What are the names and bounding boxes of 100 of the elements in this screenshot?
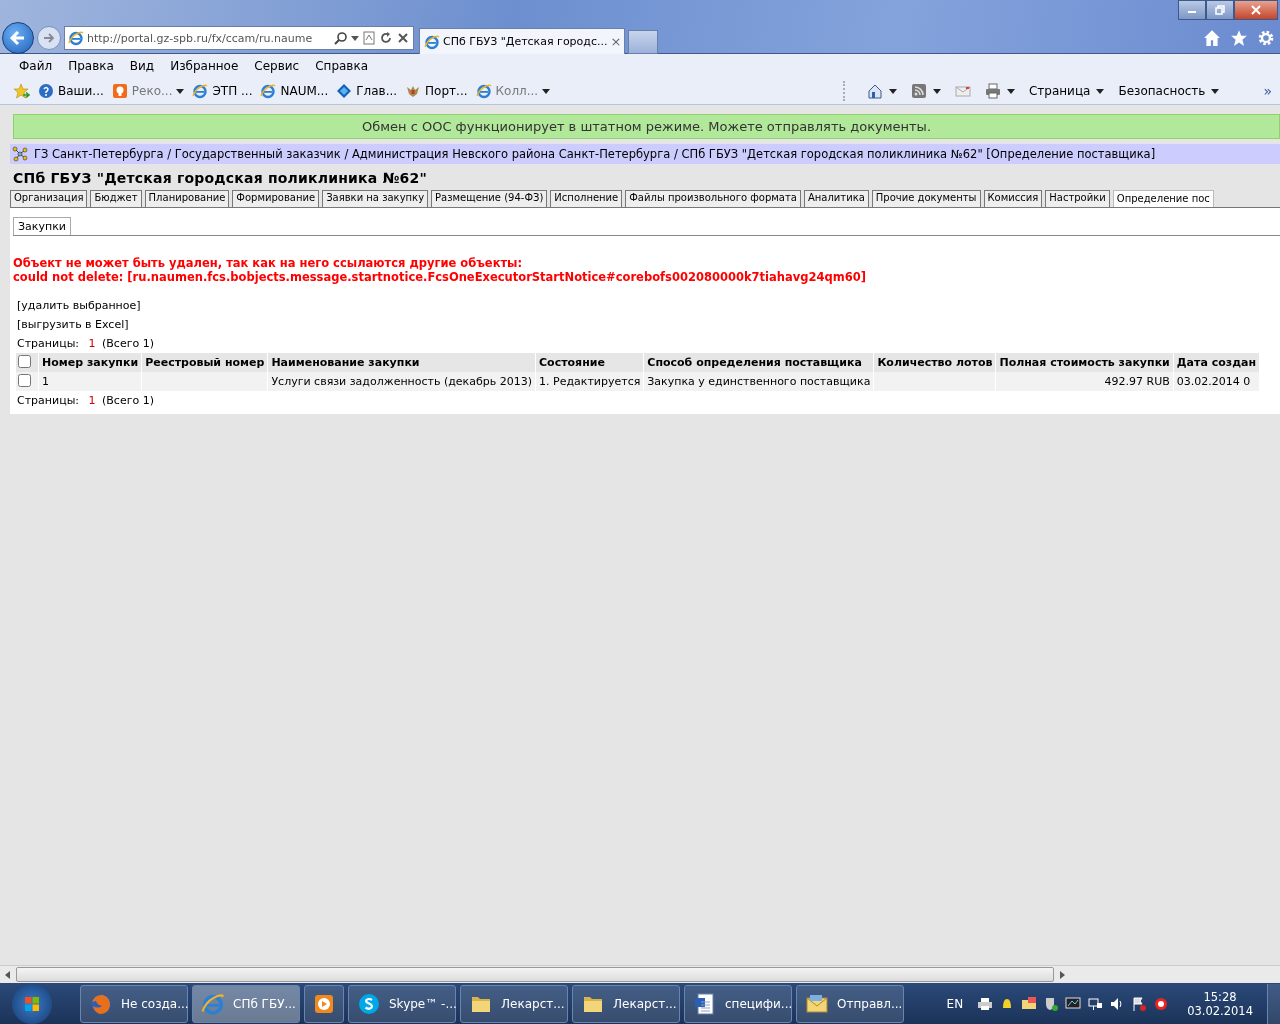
start-button[interactable] [12, 983, 52, 1024]
status-banner: Обмен с ООС функционирует в штатном режиме. Можете отправлять документы. [13, 114, 1280, 139]
browser-tab[interactable]: СПб ГБУЗ "Детская городс... × [419, 28, 625, 54]
tab[interactable]: Настройки [1045, 190, 1110, 207]
network-icon[interactable] [1087, 995, 1104, 1012]
caret-icon[interactable] [1211, 88, 1220, 94]
back-button[interactable] [2, 22, 34, 54]
menu-item[interactable]: Вид [129, 59, 155, 73]
address-bar[interactable]: http://portal.gz-spb.ru/fx/ccam/ru.naume [64, 26, 414, 50]
caret-icon[interactable] [932, 88, 941, 94]
taskbar-button[interactable]: Skype™ -... [348, 984, 456, 1023]
table-cell: 492.97 RUB [1104, 375, 1170, 388]
close-tab-button[interactable]: × [610, 34, 622, 49]
tab[interactable]: Бюджет [90, 190, 142, 207]
tab[interactable]: Заявки на закупку [322, 190, 429, 207]
menu-item[interactable]: Избранное [170, 59, 239, 73]
tab[interactable]: Комиссия [983, 190, 1043, 207]
envelope-icon[interactable] [1021, 995, 1038, 1012]
forward-button[interactable] [37, 26, 61, 50]
clock-date[interactable]: 03.02.2014 [1187, 1003, 1253, 1018]
taskbar-button[interactable]: Отправл... [796, 984, 904, 1023]
taskbar-button[interactable]: СПб ГБУ... [192, 984, 300, 1023]
column-header[interactable]: Дата создан [1173, 353, 1260, 372]
column-header[interactable]: Полная стоимость закупки [995, 353, 1174, 372]
favorite-link[interactable]: Ваши... [38, 83, 104, 99]
language-indicator[interactable]: EN [946, 996, 964, 1011]
settings-icon[interactable] [1257, 29, 1275, 47]
favorite-link[interactable]: Глав... [336, 83, 398, 99]
add-favorite-icon[interactable] [14, 83, 30, 99]
action-link[interactable]: [удалить выбранное] [17, 299, 141, 312]
select-all-checkbox[interactable] [18, 354, 31, 368]
current-page[interactable]: 1 [88, 394, 96, 407]
caret-icon[interactable] [888, 88, 897, 94]
column-header[interactable]: Реестровый номер [141, 353, 268, 372]
scrollbar-thumb[interactable] [16, 967, 1054, 982]
column-header[interactable]: Состояние [535, 353, 644, 372]
command-button[interactable] [984, 83, 1015, 99]
search-icon[interactable] [334, 31, 348, 45]
taskbar-button[interactable] [304, 984, 344, 1023]
caret-icon[interactable] [176, 88, 185, 94]
scroll-right-icon[interactable] [1059, 970, 1065, 979]
tab[interactable]: Размещение (94-ФЗ) [431, 190, 548, 207]
minimize-button[interactable] [1178, 0, 1206, 20]
shield-icon[interactable] [1043, 995, 1060, 1012]
organization-title: СПб ГБУЗ "Детская городская поликлиника №62" [13, 170, 428, 186]
scroll-left-icon[interactable] [5, 970, 11, 979]
caret-icon[interactable] [542, 88, 551, 94]
taskbar-button[interactable]: Не созда... [80, 984, 188, 1023]
taskbar-button[interactable]: Лекарст... [460, 984, 568, 1023]
tab[interactable]: Организация [10, 190, 88, 207]
home-icon[interactable] [1203, 29, 1221, 47]
close-button[interactable] [1234, 0, 1278, 20]
ring-icon[interactable] [1153, 995, 1170, 1012]
command-button[interactable] [910, 83, 941, 99]
stop-icon[interactable] [396, 31, 410, 45]
column-header[interactable]: Наименование закупки [267, 353, 536, 372]
star-icon[interactable] [1230, 29, 1248, 47]
horizontal-scrollbar[interactable] [0, 965, 1280, 983]
flag-icon[interactable] [1131, 995, 1148, 1012]
tab[interactable]: Формирование [232, 190, 320, 207]
tab[interactable]: Аналитика [803, 190, 869, 207]
taskbar-button[interactable]: специфи... [684, 984, 792, 1023]
favorite-link[interactable]: ЭТП ... [192, 83, 253, 99]
menu-item[interactable]: Правка [68, 59, 114, 73]
more-button[interactable]: » [1263, 83, 1272, 99]
favorite-link[interactable]: NAUM... [260, 83, 329, 99]
tab[interactable]: Исполнение [550, 190, 623, 207]
refresh-icon[interactable] [379, 31, 393, 45]
favorite-link[interactable]: Колл... [475, 83, 551, 99]
tab[interactable]: Прочие документы [871, 190, 981, 207]
column-header[interactable]: Количество лотов [873, 353, 996, 372]
subtab[interactable]: Закупки [13, 217, 71, 235]
menu-item[interactable]: Сервис [254, 59, 300, 73]
caret-icon[interactable] [1096, 88, 1105, 94]
show-desktop-button[interactable] [1267, 983, 1280, 1024]
clock-time[interactable]: 15:28 [1203, 989, 1237, 1004]
current-page[interactable]: 1 [88, 337, 96, 350]
printer-icon[interactable] [977, 995, 994, 1012]
menu-item[interactable]: Справка [315, 59, 369, 73]
command-button[interactable]: Безопасность [1118, 84, 1220, 98]
favorite-link[interactable]: Порт... [405, 83, 468, 99]
monitor-icon[interactable] [1065, 995, 1082, 1012]
menu-item[interactable]: Файл [19, 59, 53, 73]
tab[interactable]: Файлы произвольного формата [625, 190, 801, 207]
action-link[interactable]: [выгрузить в Excel] [17, 318, 129, 331]
favorite-link[interactable]: Реко... [111, 83, 185, 99]
new-tab-button[interactable] [628, 30, 658, 54]
compatibility-icon[interactable] [362, 31, 376, 45]
column-header[interactable]: Способ определения поставщика [643, 353, 874, 372]
command-button[interactable]: Страница [1028, 84, 1105, 98]
command-button[interactable] [866, 83, 897, 99]
caret-icon[interactable] [1006, 88, 1015, 94]
tab[interactable]: Определение пос [1112, 190, 1214, 207]
column-header[interactable]: Номер закупки [38, 353, 142, 372]
error-message: Объект не может быть удален, так как на него ссылаются другие объекты: [13, 256, 524, 270]
row-checkbox[interactable] [18, 373, 31, 387]
restore-button[interactable] [1206, 0, 1234, 20]
tab[interactable]: Планирование [144, 190, 230, 207]
caret-icon[interactable] [351, 35, 359, 41]
taskbar-button[interactable]: Лекарст... [572, 984, 680, 1023]
